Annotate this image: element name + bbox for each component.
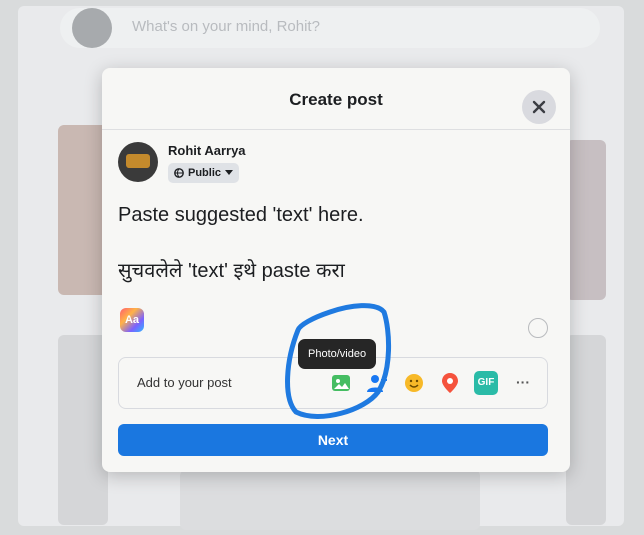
audience-label: Public xyxy=(188,167,222,179)
background-feed-card xyxy=(58,335,108,525)
audience-selector[interactable]: Public xyxy=(168,163,240,183)
background-avatar xyxy=(72,8,112,48)
post-text-line[interactable]: Paste suggested 'text' here. xyxy=(118,204,364,227)
photo-video-tooltip: Photo/video xyxy=(298,339,377,369)
more-icon[interactable]: ··· xyxy=(511,371,535,395)
post-text-line[interactable]: सुचवलेले 'text' इथे paste करा xyxy=(118,256,345,283)
dialog-title: Create post xyxy=(289,90,383,109)
dialog-header: Create post xyxy=(102,68,570,130)
background-story-card xyxy=(566,140,606,300)
tag-people-icon[interactable] xyxy=(365,371,389,395)
emoji-picker-button[interactable] xyxy=(528,318,548,338)
next-button[interactable]: Next xyxy=(118,424,548,456)
background-feed-card xyxy=(180,470,480,530)
background-color-icon: Aa xyxy=(124,314,140,326)
user-avatar xyxy=(118,142,158,182)
globe-icon xyxy=(174,168,184,178)
background-composer-placeholder: What's on your mind, Rohit? xyxy=(132,18,320,35)
photo-video-icon[interactable] xyxy=(329,371,353,395)
close-icon xyxy=(532,100,546,114)
background-feed-card xyxy=(566,335,606,525)
create-post-dialog: Create post Rohit Aarrya Public Paste su… xyxy=(102,68,570,472)
background-color-button[interactable]: Aa xyxy=(120,308,144,332)
user-name: Rohit Aarrya xyxy=(168,143,246,158)
gif-icon[interactable]: GIF xyxy=(474,371,498,395)
background-story-card xyxy=(58,125,108,295)
close-button[interactable] xyxy=(522,90,556,124)
location-icon[interactable] xyxy=(438,371,462,395)
feeling-icon[interactable] xyxy=(402,371,426,395)
caret-down-icon xyxy=(225,170,234,175)
add-to-post-label: Add to your post xyxy=(137,375,232,390)
